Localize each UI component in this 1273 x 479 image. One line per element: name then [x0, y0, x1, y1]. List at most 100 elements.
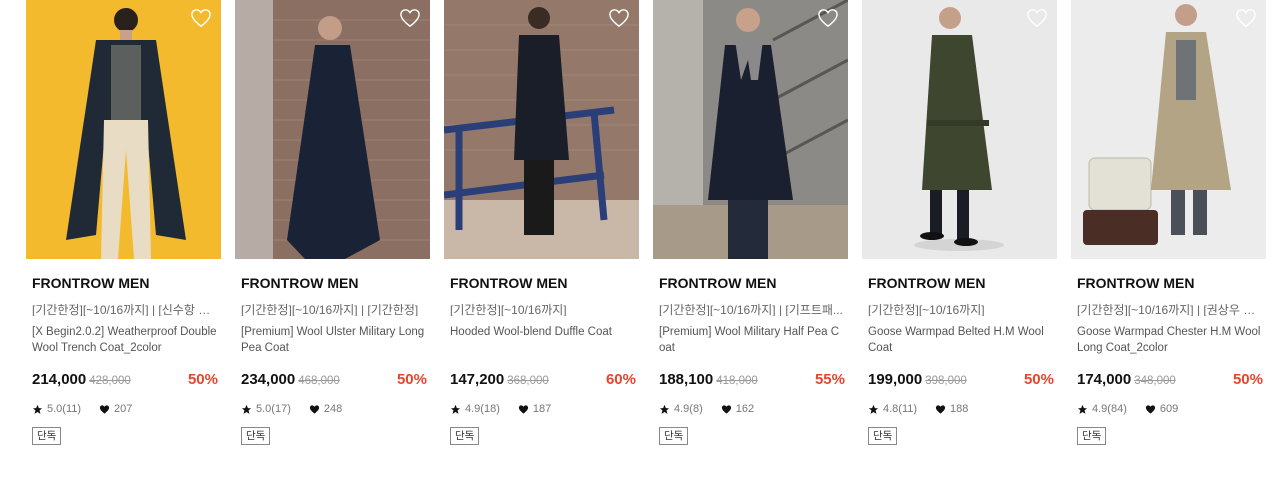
sale-price: 214,000 [32, 371, 87, 388]
wishlist-heart-icon[interactable] [399, 8, 421, 28]
product-name[interactable]: Goose Warmpad Chester H.M Wool Long Coat… [1077, 324, 1263, 358]
original-price: 368,000 [507, 375, 549, 387]
exclusive-badge: 단독 [241, 427, 271, 445]
star-icon [32, 404, 43, 415]
wishlist-heart-icon[interactable] [1026, 8, 1048, 28]
promo-text: [기간한정][~10/16까지] | [기간한정] [241, 303, 419, 316]
brand-name[interactable]: FRONTROW MEN [450, 275, 639, 292]
discount-rate: 50% [1023, 371, 1054, 388]
rating-value: 4.9(84) [1092, 403, 1127, 415]
wishlist-heart-icon[interactable] [608, 8, 630, 28]
rating-value: 4.9(8) [674, 403, 703, 415]
rating-value: 4.8(11) [883, 403, 918, 415]
product-meta: 4.9(8) 162 [659, 402, 848, 416]
product-name[interactable]: Goose Warmpad Belted H.M Wool Coat [868, 324, 1054, 358]
discount-rate: 50% [1232, 371, 1263, 388]
product-name[interactable]: [Premium] Wool Military Half Pea Coat [659, 324, 845, 358]
wishlist-heart-icon[interactable] [1235, 8, 1257, 28]
product-meta: 4.9(18) 187 [450, 402, 639, 416]
product-image[interactable] [26, 0, 221, 259]
product-photo-pea-coat-scarf [653, 0, 848, 259]
heart-filled-icon [518, 404, 529, 415]
sale-price: 188,100 [659, 371, 714, 388]
discount-rate: 60% [605, 371, 636, 388]
sale-price: 234,000 [241, 371, 296, 388]
product-card[interactable]: FRONTROW MEN [기간한정][~10/16까지] | [기간한정] [… [235, 0, 430, 445]
product-image[interactable] [235, 0, 430, 259]
heart-filled-icon [1145, 404, 1156, 415]
exclusive-badge: 단독 [1077, 427, 1107, 445]
promo-text: [기간한정][~10/16까지] | [신수항 착용] [32, 303, 220, 316]
product-photo-beige-chester-coat [1071, 0, 1266, 259]
exclusive-badge: 단독 [659, 427, 689, 445]
price-row: 234,000 468,000 50% [241, 371, 427, 390]
brand-name[interactable]: FRONTROW MEN [659, 275, 848, 292]
promo-text: [기간한정][~10/16까지] | [권상우 착용] [1077, 303, 1265, 316]
original-price: 398,000 [925, 375, 967, 387]
like-count: 207 [114, 403, 133, 415]
heart-filled-icon [309, 404, 320, 415]
product-card[interactable]: FRONTROW MEN [기간한정][~10/16까지] | [권상우 착용]… [1071, 0, 1266, 445]
price-row: 174,000 348,000 50% [1077, 371, 1263, 390]
product-photo-duffle-coat [444, 0, 639, 259]
exclusive-badge: 단독 [450, 427, 480, 445]
heart-filled-icon [721, 404, 732, 415]
star-icon [659, 404, 670, 415]
product-grid: FRONTROW MEN [기간한정][~10/16까지] | [신수항 착용]… [26, 0, 1266, 445]
product-photo-brick-wall-coat [235, 0, 430, 259]
original-price: 418,000 [716, 375, 758, 387]
sale-price: 199,000 [868, 371, 923, 388]
rating-value: 5.0(17) [256, 403, 291, 415]
product-meta: 5.0(17) 248 [241, 402, 430, 416]
exclusive-badge: 단독 [868, 427, 898, 445]
rating-value: 5.0(11) [47, 403, 82, 415]
brand-name[interactable]: FRONTROW MEN [241, 275, 430, 292]
product-image[interactable] [444, 0, 639, 259]
wishlist-heart-icon[interactable] [817, 8, 839, 28]
product-card[interactable]: FRONTROW MEN [기간한정][~10/16까지] | [기프트패...… [653, 0, 848, 445]
product-card[interactable]: FRONTROW MEN [기간한정][~10/16까지] Hooded Woo… [444, 0, 639, 445]
like-count: 609 [1159, 403, 1179, 415]
brand-name[interactable]: FRONTROW MEN [868, 275, 1057, 292]
discount-rate: 50% [187, 371, 218, 388]
discount-rate: 55% [814, 371, 845, 388]
price-row: 199,000 398,000 50% [868, 371, 1054, 390]
star-icon [450, 404, 461, 415]
original-price: 428,000 [89, 375, 131, 387]
exclusive-badge: 단독 [32, 427, 62, 445]
like-count: 248 [323, 403, 343, 415]
like-count: 162 [735, 403, 755, 415]
product-card[interactable]: FRONTROW MEN [기간한정][~10/16까지] | [신수항 착용]… [26, 0, 221, 445]
sale-price: 147,200 [450, 371, 505, 388]
brand-name[interactable]: FRONTROW MEN [32, 275, 221, 292]
heart-filled-icon [99, 404, 110, 415]
price-row: 188,100 418,000 55% [659, 371, 845, 390]
wishlist-heart-icon[interactable] [190, 8, 212, 28]
product-image[interactable] [862, 0, 1057, 259]
sale-price: 174,000 [1077, 371, 1132, 388]
product-meta: 4.8(11) 188 [868, 402, 1057, 416]
product-photo-olive-belted-coat [862, 0, 1057, 259]
product-name[interactable]: Hooded Wool-blend Duffle Coat [450, 324, 636, 358]
promo-text: [기간한정][~10/16까지] [450, 303, 567, 316]
original-price: 348,000 [1134, 375, 1176, 387]
product-image[interactable] [1071, 0, 1266, 259]
price-row: 214,000 428,000 50% [32, 371, 218, 390]
product-card[interactable]: FRONTROW MEN [기간한정][~10/16까지] Goose Warm… [862, 0, 1057, 445]
promo-text: [기간한정][~10/16까지] | [기프트패... [659, 303, 843, 316]
product-name[interactable]: [X Begin2.0.2] Weatherproof Double Wool … [32, 324, 218, 358]
original-price: 468,000 [298, 375, 340, 387]
rating-value: 4.9(18) [465, 403, 500, 415]
price-row: 147,200 368,000 60% [450, 371, 636, 390]
product-name[interactable]: [Premium] Wool Ulster Military Long Pea … [241, 324, 427, 358]
discount-rate: 50% [396, 371, 427, 388]
product-image[interactable] [653, 0, 848, 259]
like-count: 187 [532, 403, 552, 415]
promo-text: [기간한정][~10/16까지] [868, 303, 985, 316]
product-meta: 4.9(84) 609 [1077, 402, 1266, 416]
product-photo-yellow-trench [26, 0, 221, 259]
product-meta: 5.0(11) 207 [32, 402, 221, 416]
like-count: 188 [950, 403, 969, 415]
brand-name[interactable]: FRONTROW MEN [1077, 275, 1266, 292]
heart-filled-icon [935, 404, 946, 415]
